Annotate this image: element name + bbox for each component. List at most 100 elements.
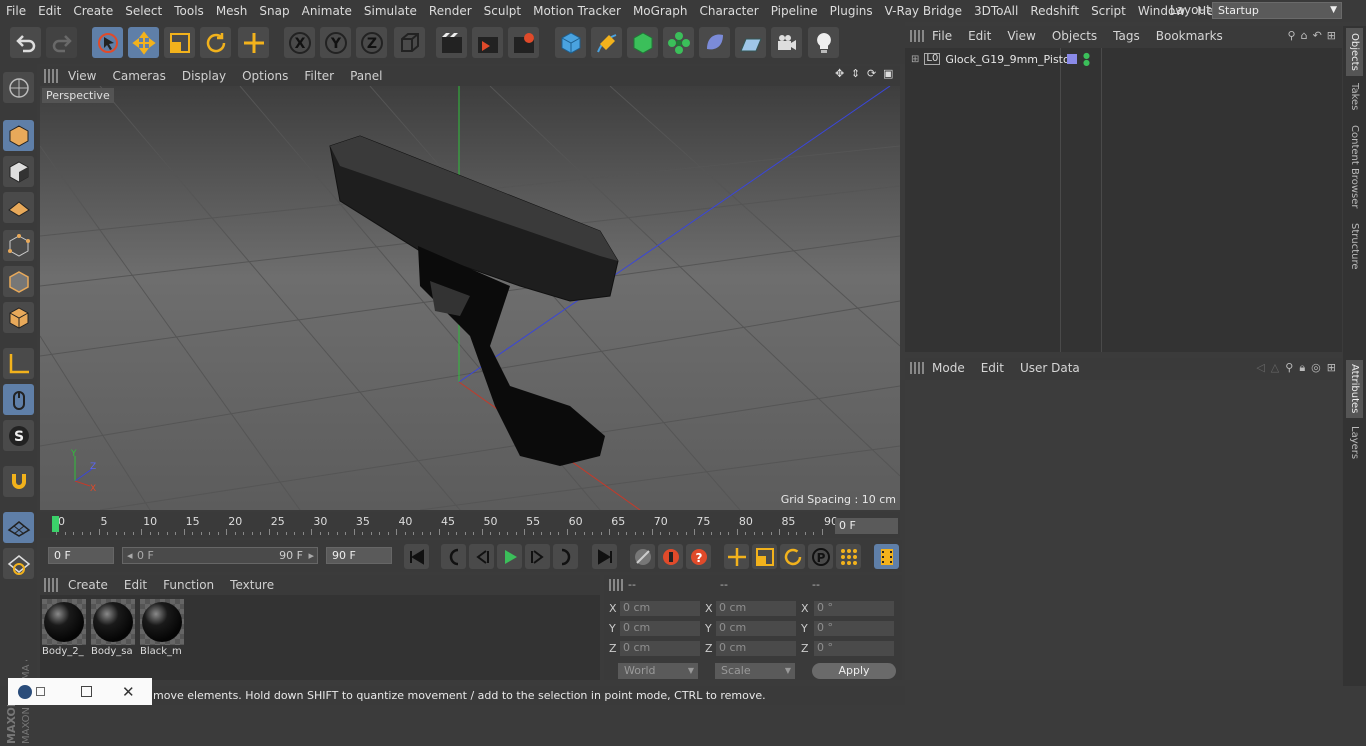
viewport-perspective[interactable]: Y Z X Perspective Grid Spacing : 10 cm bbox=[40, 86, 900, 510]
viewport-menu-filter[interactable]: Filter bbox=[296, 69, 342, 83]
play-button[interactable] bbox=[497, 544, 522, 569]
texture-mode-button[interactable] bbox=[3, 156, 34, 187]
object-menu-file[interactable]: File bbox=[924, 29, 960, 43]
object-menu-edit[interactable]: Edit bbox=[960, 29, 999, 43]
record-off-button[interactable] bbox=[630, 544, 655, 569]
search-icon[interactable]: ⚲ bbox=[1285, 361, 1293, 375]
home-icon[interactable]: ⌂ bbox=[1301, 29, 1308, 42]
cube-button[interactable] bbox=[555, 27, 586, 58]
position-z-field[interactable]: 0 cm bbox=[620, 641, 700, 656]
menu-pipeline[interactable]: Pipeline bbox=[765, 4, 824, 18]
menu-simulate[interactable]: Simulate bbox=[358, 4, 423, 18]
timeline-ruler[interactable]: 0 5 10 15 20 25 30 35 40 45 50 55 60 65 70 75 80 85 90 bbox=[48, 515, 838, 535]
menu-select[interactable]: Select bbox=[119, 4, 168, 18]
tab-attributes[interactable]: Attributes bbox=[1346, 360, 1363, 418]
rotation-p-field[interactable]: 0 ° bbox=[814, 621, 894, 636]
material-menu-texture[interactable]: Texture bbox=[222, 578, 282, 592]
x-axis-button[interactable]: X bbox=[284, 27, 315, 58]
key-pla-button[interactable] bbox=[836, 544, 861, 569]
scale-button[interactable] bbox=[164, 27, 195, 58]
key-parameter-button[interactable]: P bbox=[808, 544, 833, 569]
rotation-h-field[interactable]: 0 ° bbox=[814, 601, 894, 616]
current-frame-field[interactable]: 0 F bbox=[835, 518, 898, 534]
material-swatch[interactable]: Black_m bbox=[140, 599, 184, 657]
keyframe-selection-button[interactable]: ? bbox=[686, 544, 711, 569]
make-editable-button[interactable] bbox=[3, 72, 34, 103]
menu-snap[interactable]: Snap bbox=[253, 4, 295, 18]
tweak-mode-button[interactable] bbox=[3, 384, 34, 415]
zoom-view-icon[interactable]: ⇕ bbox=[851, 67, 864, 82]
coordinate-space-dropdown[interactable]: World ▼ bbox=[618, 663, 698, 679]
menu-render[interactable]: Render bbox=[423, 4, 478, 18]
next-frame-button[interactable] bbox=[525, 544, 550, 569]
prev-frame-button[interactable] bbox=[469, 544, 494, 569]
menu-sculpt[interactable]: Sculpt bbox=[478, 4, 527, 18]
visibility-dots-icon[interactable]: ● ● bbox=[1083, 52, 1090, 67]
menu-vray-bridge[interactable]: V-Ray Bridge bbox=[879, 4, 968, 18]
viewport-menu-cameras[interactable]: Cameras bbox=[104, 69, 173, 83]
size-x-field[interactable]: 0 cm bbox=[716, 601, 796, 616]
attribute-menu-user-data[interactable]: User Data bbox=[1012, 361, 1088, 375]
restore-icon[interactable] bbox=[36, 687, 45, 696]
subdivision-button[interactable] bbox=[627, 27, 658, 58]
quantize-button[interactable] bbox=[3, 548, 34, 579]
viewport-menu-options[interactable]: Options bbox=[234, 69, 296, 83]
menu-script[interactable]: Script bbox=[1085, 4, 1132, 18]
move-button[interactable] bbox=[128, 27, 159, 58]
snap-button[interactable] bbox=[3, 466, 34, 497]
layer-color-icon[interactable] bbox=[1067, 54, 1077, 64]
new-panel-icon[interactable]: ⊞ bbox=[1327, 29, 1336, 42]
move-view-icon[interactable]: ✥ bbox=[835, 67, 848, 82]
rotate-view-icon[interactable]: ⟳ bbox=[867, 67, 880, 82]
lock-icon[interactable]: 🔒︎ bbox=[1299, 361, 1305, 375]
frame-range-slider[interactable]: ◂ 0 F 90 F ▸ bbox=[122, 547, 318, 564]
maximize-icon[interactable] bbox=[81, 686, 92, 697]
rotation-b-field[interactable]: 0 ° bbox=[814, 641, 894, 656]
tab-structure[interactable]: Structure bbox=[1346, 220, 1363, 272]
menu-character[interactable]: Character bbox=[693, 4, 764, 18]
rotate-button[interactable] bbox=[200, 27, 231, 58]
search-icon[interactable]: ⚲ bbox=[1288, 29, 1296, 42]
material-swatch[interactable]: Body_sa bbox=[91, 599, 135, 657]
start-frame-field[interactable]: 0 F bbox=[48, 547, 114, 564]
tab-takes[interactable]: Takes bbox=[1346, 80, 1363, 114]
key-rotation-button[interactable] bbox=[780, 544, 805, 569]
size-mode-dropdown[interactable]: Scale ▼ bbox=[715, 663, 795, 679]
redo-button[interactable] bbox=[46, 27, 77, 58]
playhead[interactable] bbox=[52, 516, 59, 532]
viewport-menu-view[interactable]: View bbox=[60, 69, 104, 83]
material-menu-function[interactable]: Function bbox=[155, 578, 222, 592]
end-frame-field[interactable]: 90 F bbox=[326, 547, 392, 564]
next-key-button[interactable] bbox=[553, 544, 578, 569]
object-menu-tags[interactable]: Tags bbox=[1105, 29, 1148, 43]
material-menu-edit[interactable]: Edit bbox=[116, 578, 155, 592]
render-picture-viewer-button[interactable] bbox=[472, 27, 503, 58]
key-scale-button[interactable] bbox=[752, 544, 777, 569]
menu-redshift[interactable]: Redshift bbox=[1024, 4, 1085, 18]
size-y-field[interactable]: 0 cm bbox=[716, 621, 796, 636]
menu-3dtoall[interactable]: 3DToAll bbox=[968, 4, 1024, 18]
menu-file[interactable]: File bbox=[0, 4, 32, 18]
timeline[interactable]: 0 5 10 15 20 25 30 35 40 45 50 55 60 65 70 75 80 85 90 0 F bbox=[40, 512, 900, 538]
timeline-window-button[interactable] bbox=[874, 544, 899, 569]
edit-render-settings-button[interactable] bbox=[508, 27, 539, 58]
live-selection-button[interactable] bbox=[92, 27, 123, 58]
maximize-view-icon[interactable]: ▣ bbox=[883, 67, 896, 82]
prev-key-button[interactable] bbox=[441, 544, 466, 569]
goto-end-button[interactable] bbox=[592, 544, 617, 569]
tab-objects[interactable]: Objects bbox=[1346, 28, 1363, 76]
solo-button[interactable]: S bbox=[3, 420, 34, 451]
menu-tools[interactable]: Tools bbox=[168, 4, 210, 18]
material-menu-create[interactable]: Create bbox=[60, 578, 116, 592]
viewport-menu-panel[interactable]: Panel bbox=[342, 69, 390, 83]
deformer-button[interactable] bbox=[699, 27, 730, 58]
position-x-field[interactable]: 0 cm bbox=[620, 601, 700, 616]
attribute-menu-edit[interactable]: Edit bbox=[973, 361, 1012, 375]
menu-mograph[interactable]: MoGraph bbox=[627, 4, 694, 18]
target-icon[interactable]: ◎ bbox=[1311, 361, 1321, 375]
apply-button[interactable]: Apply bbox=[812, 663, 896, 679]
key-position-button[interactable] bbox=[724, 544, 749, 569]
menu-mesh[interactable]: Mesh bbox=[210, 4, 254, 18]
camera-button[interactable] bbox=[771, 27, 802, 58]
size-z-field[interactable]: 0 cm bbox=[716, 641, 796, 656]
